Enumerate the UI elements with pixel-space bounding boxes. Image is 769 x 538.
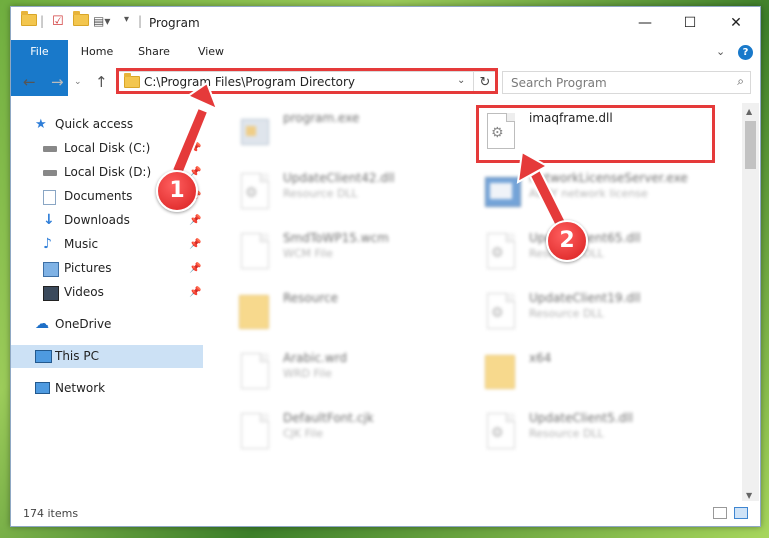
pictures-icon <box>43 262 59 277</box>
download-icon: ↓ <box>43 212 55 228</box>
customize-toolbar-icon[interactable]: ▤▾ <box>93 14 110 28</box>
file-item[interactable]: ⚙ UpdateClient19.dll Resource DLL <box>483 285 723 341</box>
forward-arrow-icon[interactable]: → <box>51 73 64 91</box>
search-icon[interactable]: ⌕ <box>737 74 744 89</box>
scrollbar-thumb[interactable] <box>745 121 756 169</box>
file-list: program.exe ⚙ imaqframe.dll ⚙ UpdateClie… <box>207 103 742 501</box>
pin-icon[interactable]: 📌 <box>189 281 201 304</box>
sidebar-item-local-disk-c[interactable]: Local Disk (C:) 📌 <box>11 137 203 160</box>
drive-icon <box>43 146 57 152</box>
star-icon: ★ <box>35 117 47 132</box>
documents-icon <box>43 190 56 205</box>
minimize-button[interactable]: — <box>622 7 668 39</box>
sidebar-item-pictures[interactable]: Pictures 📌 <box>11 257 203 280</box>
quick-access-dropdown-icon[interactable]: ▾ <box>124 14 129 25</box>
address-bar[interactable]: C:\Program Files\Program Directory ⌄ ↻ <box>117 71 498 94</box>
dll-gear-icon: ⚙ <box>237 169 271 213</box>
computer-icon <box>35 350 52 363</box>
item-count: 174 items <box>23 507 79 520</box>
exe-icon <box>237 109 271 153</box>
file-item[interactable]: DefaultFont.cjk CJK File <box>237 405 477 461</box>
cloud-icon: ☁ <box>35 316 49 332</box>
file-item[interactable]: program.exe <box>237 105 477 161</box>
recent-locations-icon[interactable]: ⌄ <box>74 77 82 87</box>
file-item[interactable]: x64 <box>483 345 723 401</box>
properties-icon[interactable]: ☑ <box>52 14 64 29</box>
pin-icon[interactable]: 📌 <box>189 233 201 256</box>
file-item[interactable]: ⚙ UpdateClient5.dll Resource DLL <box>483 405 723 461</box>
scroll-down-icon[interactable]: ▼ <box>746 491 752 500</box>
help-icon[interactable]: ? <box>738 45 753 60</box>
folder-icon <box>483 349 517 393</box>
file-item[interactable]: ⚙ UpdateClient42.dll Resource DLL <box>237 165 477 221</box>
folder-icon <box>237 289 271 333</box>
refresh-icon[interactable]: ↻ <box>473 72 496 93</box>
navigation-pane: ★ Quick access Local Disk (C:) 📌 Local D… <box>11 103 203 501</box>
explorer-window: | ☑ ▤▾ ▾ | Program — ☐ ✕ File Home Share… <box>10 6 761 527</box>
document-icon <box>237 349 271 393</box>
dll-gear-icon: ⚙ <box>483 229 517 273</box>
videos-icon <box>43 286 59 301</box>
ribbon: File Home Share View ⌄ ? <box>11 40 760 96</box>
tab-home[interactable]: Home <box>77 40 117 64</box>
dll-gear-icon: ⚙ <box>483 109 517 153</box>
window-title: Program <box>149 16 200 30</box>
navigation-bar: ← → ⌄ ↑ C:\Program Files\Program Directo… <box>11 69 760 97</box>
up-arrow-icon[interactable]: ↑ <box>95 73 108 91</box>
maximize-button[interactable]: ☐ <box>667 7 713 39</box>
tab-share[interactable]: Share <box>134 40 174 64</box>
status-bar: 174 items <box>11 503 760 525</box>
dll-gear-icon: ⚙ <box>483 289 517 333</box>
large-icons-view-icon[interactable] <box>734 507 748 519</box>
separator: | <box>40 14 45 28</box>
title-bar: | ☑ ▤▾ ▾ | Program — ☐ ✕ <box>11 7 760 39</box>
pin-icon[interactable]: 📌 <box>189 137 201 160</box>
scroll-up-icon[interactable]: ▲ <box>746 107 752 116</box>
sidebar-item-quick-access[interactable]: ★ Quick access <box>11 113 203 136</box>
document-icon <box>237 409 271 453</box>
sidebar-item-downloads[interactable]: ↓ Downloads 📌 <box>11 209 203 232</box>
address-dropdown-icon[interactable]: ⌄ <box>457 75 465 86</box>
network-icon <box>35 382 50 394</box>
pin-icon[interactable]: 📌 <box>189 209 201 232</box>
expand-ribbon-icon[interactable]: ⌄ <box>716 45 725 58</box>
file-item-highlighted[interactable]: ⚙ imaqframe.dll <box>483 105 723 161</box>
music-icon: ♪ <box>43 236 52 252</box>
file-item[interactable]: Arabic.wrd WRD File <box>237 345 477 401</box>
back-arrow-icon[interactable]: ← <box>23 73 36 91</box>
file-item[interactable]: SmdToWP15.wcm WCM File <box>237 225 477 281</box>
folder-icon <box>124 73 140 88</box>
file-item[interactable]: ⚙ UpdateClient65.dll Resource DLL <box>483 225 723 281</box>
file-item[interactable]: NetworkLicenseServer.exe ABBY network li… <box>483 165 723 221</box>
step-marker-2: 2 <box>546 220 588 262</box>
sidebar-item-onedrive[interactable]: ☁ OneDrive <box>11 313 203 336</box>
details-view-icon[interactable] <box>713 507 727 519</box>
address-path[interactable]: C:\Program Files\Program Directory <box>144 75 355 89</box>
step-marker-1: 1 <box>156 170 198 212</box>
app-icon <box>483 169 521 213</box>
drive-icon <box>43 170 57 176</box>
pin-icon[interactable]: 📌 <box>189 257 201 280</box>
sidebar-item-music[interactable]: ♪ Music 📌 <box>11 233 203 256</box>
sidebar-item-this-pc[interactable]: This PC <box>11 345 203 368</box>
sidebar-item-network[interactable]: Network <box>11 377 203 400</box>
close-button[interactable]: ✕ <box>713 7 759 39</box>
search-box[interactable]: ⌕ <box>502 71 751 94</box>
tab-view[interactable]: View <box>191 40 231 64</box>
new-folder-icon[interactable] <box>73 11 89 26</box>
file-item[interactable]: Resource <box>237 285 477 341</box>
separator: | <box>138 14 143 28</box>
sidebar-item-videos[interactable]: Videos 📌 <box>11 281 203 304</box>
dll-gear-icon: ⚙ <box>483 409 517 453</box>
document-icon <box>237 229 271 273</box>
folder-icon <box>21 11 37 26</box>
search-input[interactable] <box>503 72 733 93</box>
vertical-scrollbar[interactable]: ▲ ▼ <box>742 103 759 501</box>
